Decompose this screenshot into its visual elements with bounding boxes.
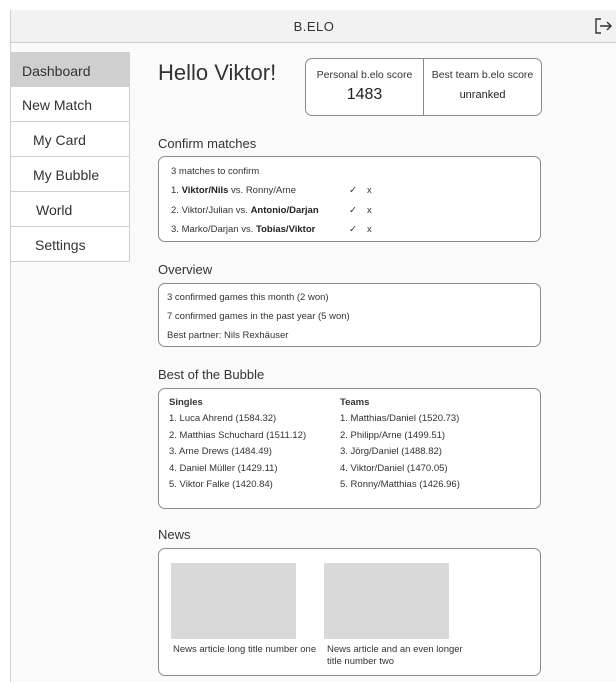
teams-row: 2. Philipp/Arne (1499.51) [340, 429, 446, 441]
sidebar-item-my-card[interactable]: My Card [10, 122, 130, 157]
sidebar-item-my-bubble[interactable]: My Bubble [10, 157, 130, 192]
best-of-bubble-title: Best of the Bubble [158, 367, 265, 382]
overview-line: 7 confirmed games in the past year (5 wo… [167, 311, 350, 322]
sidebar-item-dashboard[interactable]: Dashboard [10, 52, 130, 87]
overview-title: Overview [158, 262, 213, 277]
sidebar-item-world[interactable]: World [10, 192, 130, 227]
sidebar: Dashboard New Match My Card My Bubble Wo… [10, 52, 130, 262]
news-card: News article long title number one News … [158, 548, 541, 676]
singles-column: Singles 1. Luca Ahrend (1584.32) 2. Matt… [169, 395, 306, 494]
teams-header: Teams [340, 397, 370, 408]
confirm-match-button[interactable]: ✓ [349, 181, 367, 201]
singles-row: 3. Arne Drews (1484.49) [169, 446, 272, 457]
confirm-matches-card: 3 matches to confirm 1. Viktor/Nils vs. … [158, 156, 541, 242]
singles-header: Singles [169, 397, 203, 408]
singles-row: 2. Matthias Schuchard (1511.12) [169, 429, 307, 441]
teams-row: 4. Viktor/Daniel (1470.05) [340, 462, 448, 474]
match-row: 1. Viktor/Nils vs. Ronny/Arne ✓ x [171, 181, 540, 201]
news-thumbnail[interactable] [324, 563, 449, 639]
match-text: 3. Marko/Darjan vs. Tobias/Viktor [171, 224, 316, 235]
team-score: Best team b.elo score unranked [423, 59, 541, 115]
teams-column: Teams 1. Matthias/Daniel (1520.73) 2. Ph… [340, 395, 460, 494]
reject-match-button[interactable]: x [367, 181, 381, 201]
sidebar-item-new-match[interactable]: New Match [10, 87, 130, 122]
best-of-bubble-card: Singles 1. Luca Ahrend (1584.32) 2. Matt… [158, 388, 541, 509]
match-text: 2. Viktor/Julian vs. Antonio/Darjan [171, 204, 319, 216]
confirm-match-button[interactable]: ✓ [349, 220, 367, 240]
score-box: Personal b.elo score 1483 Best team b.el… [305, 58, 542, 116]
app-title: B.ELO [293, 19, 335, 34]
news-thumbnail[interactable] [171, 563, 296, 639]
news-article-title[interactable]: News article long title number one [173, 644, 323, 656]
personal-score-label: Personal b.elo score [316, 69, 413, 81]
match-text: 1. Viktor/Nils vs. Ronny/Arne [171, 185, 296, 196]
personal-score: Personal b.elo score 1483 [306, 59, 423, 115]
teams-row: 1. Matthias/Daniel (1520.73) [340, 413, 460, 424]
greeting: Hello Viktor! [158, 60, 277, 85]
sidebar-item-settings[interactable]: Settings [10, 227, 130, 262]
team-score-value: unranked [459, 89, 506, 101]
reject-match-button[interactable]: x [367, 201, 381, 221]
logout-icon[interactable] [593, 16, 613, 36]
singles-row: 4. Daniel Müller (1429.11) [169, 462, 278, 474]
match-row: 2. Viktor/Julian vs. Antonio/Darjan ✓ x [171, 201, 540, 221]
team-score-label: Best team b.elo score [431, 69, 534, 81]
singles-row: 5. Viktor Falke (1420.84) [169, 479, 273, 490]
reject-match-button[interactable]: x [367, 220, 381, 240]
confirm-matches-title: Confirm matches [158, 136, 257, 151]
singles-row: 1. Luca Ahrend (1584.32) [169, 413, 277, 424]
news-title: News [158, 527, 191, 542]
matches-summary: 3 matches to confirm [171, 166, 260, 177]
teams-row: 3. Jörg/Daniel (1488.82) [340, 446, 442, 457]
match-row: 3. Marko/Darjan vs. Tobias/Viktor ✓ x [171, 220, 540, 240]
top-bar: B.ELO [10, 10, 616, 43]
teams-row: 5. Ronny/Matthias (1426.96) [340, 479, 460, 490]
news-article-title[interactable]: News article and an even longer title nu… [327, 644, 477, 667]
overview-card: 3 confirmed games this month (2 won) 7 c… [158, 283, 541, 347]
overview-line: 3 confirmed games this month (2 won) [167, 292, 329, 303]
personal-score-value: 1483 [346, 86, 383, 103]
confirm-match-button[interactable]: ✓ [349, 201, 367, 221]
overview-line: Best partner: Nils Rexhäuser [167, 330, 289, 341]
